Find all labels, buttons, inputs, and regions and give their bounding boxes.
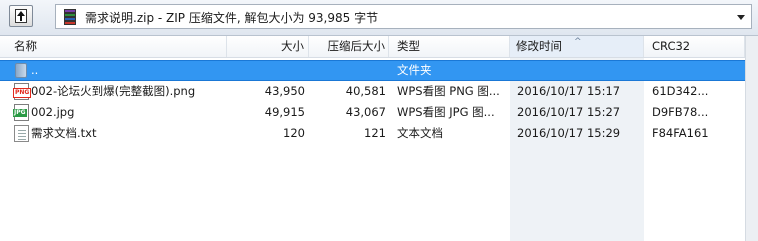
file-list: .. 文件夹 PNG 002-论坛火到爆(完整截图).png 43,950 40…	[0, 58, 746, 241]
file-modified: 2016/10/17 15:17	[517, 84, 621, 98]
file-size: 43,950	[264, 84, 305, 98]
file-modified: 2016/10/17 15:27	[517, 105, 621, 119]
file-name: ..	[31, 63, 39, 77]
file-type: WPS看图 JPG 图...	[397, 105, 495, 119]
list-item[interactable]: .. 文件夹	[0, 60, 746, 81]
column-header-packed-size[interactable]: 压缩后大小	[309, 36, 389, 57]
sort-ascending-icon: ^	[574, 37, 582, 47]
column-header-size[interactable]: 大小	[227, 36, 309, 57]
file-crc32: F84FA161	[652, 126, 709, 140]
file-crc32: 61D342...	[652, 84, 709, 98]
path-dropdown[interactable]: 需求说明.zip - ZIP 压缩文件, 解包大小为 93,985 字节	[55, 4, 752, 29]
file-type: 文件夹	[397, 63, 432, 77]
file-name: 002.jpg	[31, 105, 75, 119]
file-type: WPS看图 PNG 图...	[397, 84, 500, 98]
png-file-icon: PNG	[13, 83, 32, 100]
column-header-crc32[interactable]: CRC32	[644, 36, 745, 57]
list-item[interactable]: JPG 002.jpg 49,915 43,067 WPS看图 JPG 图...…	[0, 103, 745, 122]
file-type: 文本文档	[397, 126, 443, 140]
archive-path-text: 需求说明.zip - ZIP 压缩文件, 解包大小为 93,985 字节	[85, 11, 379, 25]
vertical-scrollbar[interactable]	[745, 36, 758, 241]
column-header-name[interactable]: 名称	[0, 36, 227, 57]
list-item[interactable]: PNG 002-论坛火到爆(完整截图).png 43,950 40,581 WP…	[0, 82, 745, 101]
file-packed-size: 40,581	[345, 84, 386, 98]
column-header-bar: 名称 大小 压缩后大小 类型 修改时间 ^ CRC32	[0, 36, 745, 58]
file-size: 49,915	[264, 105, 305, 119]
file-name: 需求文档.txt	[31, 126, 97, 140]
folder-up-icon	[15, 63, 27, 78]
file-size: 120	[283, 126, 305, 140]
column-header-modified-label: 修改时间	[516, 39, 562, 53]
list-item[interactable]: 需求文档.txt 120 121 文本文档 2016/10/17 15:29 F…	[0, 124, 745, 143]
jpg-file-icon: JPG	[13, 104, 29, 121]
file-crc32: D9FB78...	[652, 105, 709, 119]
file-packed-size: 43,067	[345, 105, 386, 119]
dropdown-arrow-icon[interactable]	[737, 15, 745, 20]
file-packed-size: 121	[364, 126, 386, 140]
address-bar: 需求说明.zip - ZIP 压缩文件, 解包大小为 93,985 字节	[0, 0, 758, 36]
column-header-modified[interactable]: 修改时间 ^	[510, 36, 644, 57]
column-header-type[interactable]: 类型	[389, 36, 510, 57]
file-modified: 2016/10/17 15:29	[517, 126, 621, 140]
up-arrow-icon	[15, 9, 27, 23]
up-one-level-button[interactable]	[9, 5, 33, 27]
txt-file-icon	[14, 125, 29, 142]
file-name: 002-论坛火到爆(完整截图).png	[31, 84, 196, 98]
winrar-archive-icon	[62, 8, 78, 25]
